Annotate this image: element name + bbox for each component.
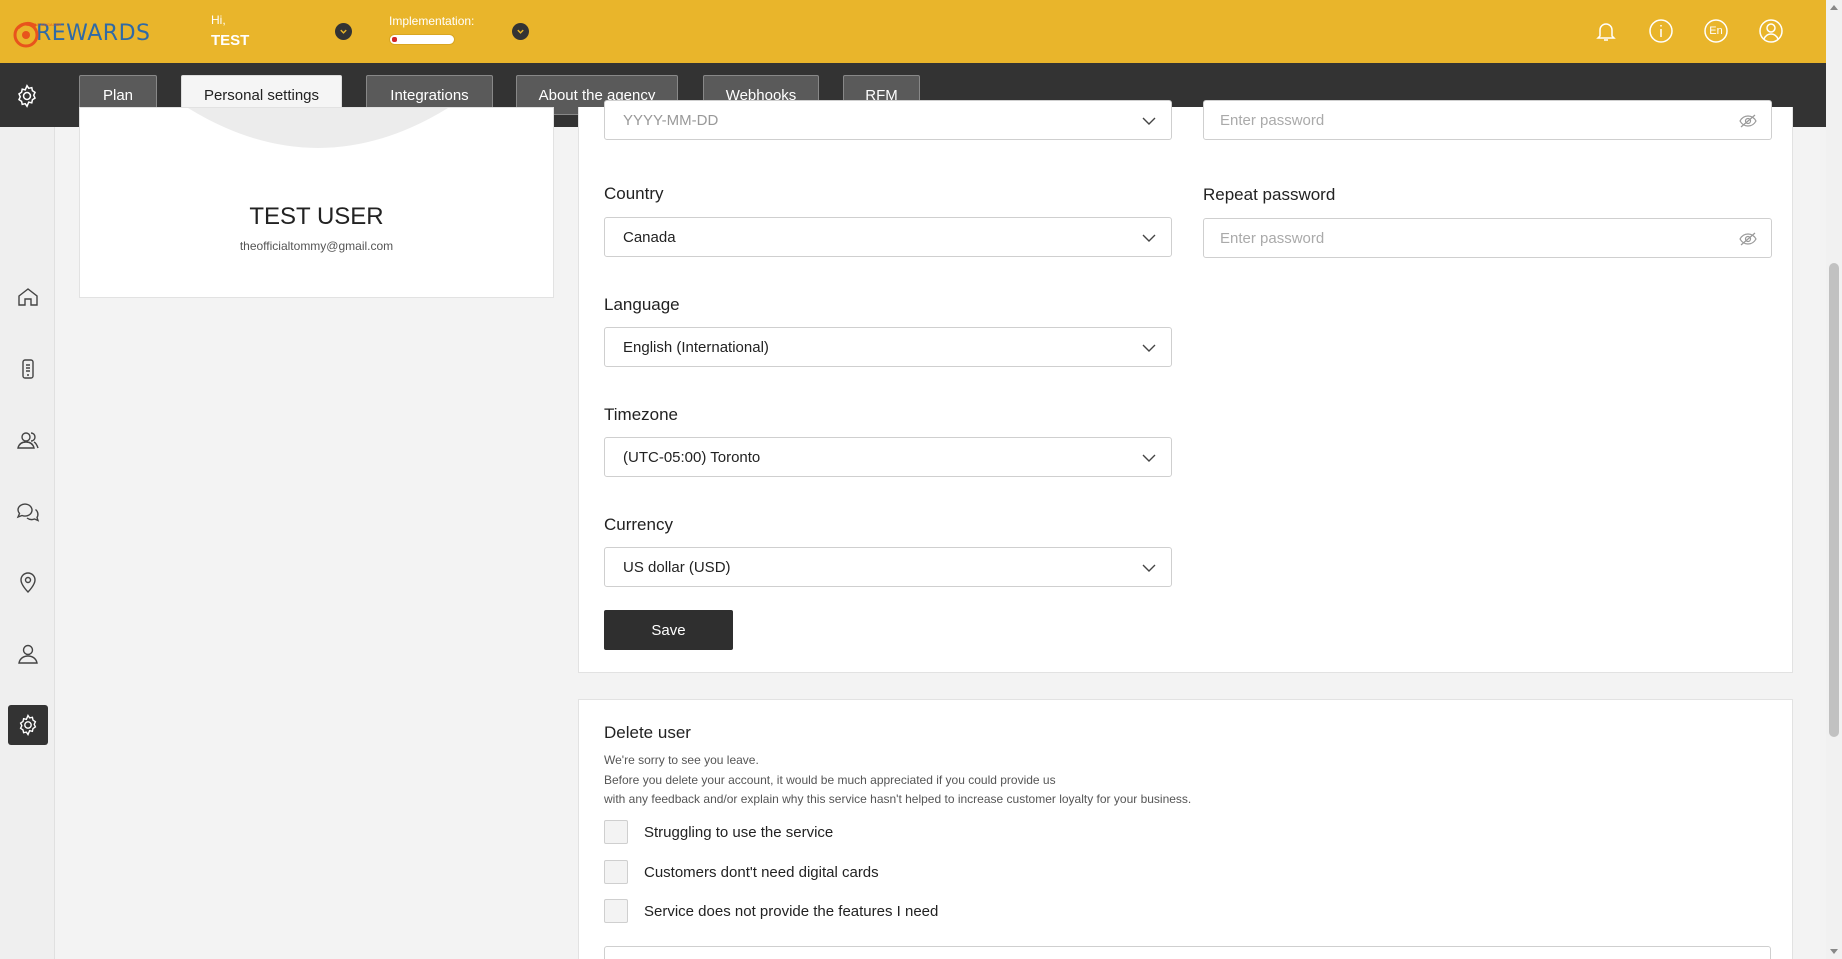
- delete-user-line-1: We're sorry to see you leave.: [604, 753, 759, 767]
- chevron-down-icon: [1142, 564, 1156, 572]
- user-menu-chevron-icon[interactable]: [335, 23, 352, 40]
- chevron-down-icon: [1142, 344, 1156, 352]
- reason-checkbox[interactable]: [604, 820, 628, 844]
- save-button[interactable]: Save: [604, 610, 733, 650]
- date-format-value: YYYY-MM-DD: [623, 111, 719, 129]
- eye-off-icon[interactable]: [1739, 113, 1757, 129]
- reason-checkbox[interactable]: [604, 899, 628, 923]
- timezone-select[interactable]: (UTC-05:00) Toronto: [604, 437, 1172, 477]
- reason-checkbox-row[interactable]: Customers dont't need digital cards: [604, 860, 879, 884]
- implementation-label: Implementation:: [389, 14, 475, 28]
- personal-settings-card: YYYY-MM-DD Enter password Country Canada…: [578, 100, 1793, 673]
- implementation-progress-bar: [389, 34, 455, 45]
- profile-card: TEST USER theofficialtommy@gmail.com: [79, 107, 554, 298]
- profile-email: theofficialtommy@gmail.com: [239, 239, 394, 253]
- home-icon[interactable]: [8, 277, 48, 317]
- timezone-label: Timezone: [604, 405, 679, 424]
- reason-checkbox-row[interactable]: Struggling to use the service: [604, 820, 833, 844]
- implementation-chevron-icon[interactable]: [512, 23, 529, 40]
- password-field[interactable]: Enter password: [1203, 100, 1772, 140]
- country-value: Canada: [623, 228, 676, 246]
- implementation-progress: Implementation:: [389, 14, 474, 45]
- location-icon[interactable]: [8, 563, 48, 603]
- left-sidebar: [0, 127, 55, 959]
- chevron-down-icon: [1142, 454, 1156, 462]
- settings-gear-icon[interactable]: [14, 83, 40, 109]
- implementation-progress-fill: [392, 37, 397, 42]
- user-icon[interactable]: [8, 634, 48, 674]
- user-greeting: Hi, TEST: [211, 13, 250, 49]
- delete-user-line-2: Before you delete your account, it would…: [604, 772, 1056, 787]
- reason-checkbox-row[interactable]: Service does not provide the features I …: [604, 899, 938, 923]
- top-header: CLIENT ENGAGER REWARDS Hi, TEST Implemen…: [0, 0, 1826, 63]
- reason-label: Service does not provide the features I …: [644, 902, 939, 920]
- chevron-down-icon: [1142, 117, 1156, 125]
- country-label: Country: [604, 184, 664, 203]
- eye-off-icon[interactable]: [1739, 231, 1757, 247]
- greeting-text: Hi,: [211, 13, 226, 27]
- reason-checkbox[interactable]: [604, 860, 628, 884]
- delete-user-line-3: with any feedback and/or explain why thi…: [604, 792, 1192, 806]
- language-icon[interactable]: En: [1702, 17, 1730, 45]
- password-placeholder: Enter password: [1220, 111, 1325, 129]
- repeat-password-field[interactable]: Enter password: [1203, 218, 1772, 258]
- bell-icon[interactable]: [1592, 17, 1620, 45]
- profile-name: TEST USER: [249, 203, 384, 230]
- currency-label: Currency: [604, 515, 673, 534]
- scroll-up-icon[interactable]: [1830, 5, 1838, 10]
- logo-small-text: CLIENT ENGAGER: [26, 22, 62, 27]
- customers-icon[interactable]: [8, 420, 48, 460]
- avatar: [188, 108, 448, 148]
- repeat-password-label: Repeat password: [1203, 185, 1336, 204]
- chat-icon[interactable]: [8, 491, 48, 531]
- chevron-down-icon: [1142, 234, 1156, 242]
- reason-label: Struggling to use the service: [644, 823, 834, 841]
- info-icon[interactable]: [1647, 17, 1675, 45]
- delete-user-title: Delete user: [604, 723, 691, 742]
- language-badge: En: [1709, 25, 1723, 37]
- delete-user-description: We're sorry to see you leave. Before you…: [604, 751, 1191, 810]
- logo-mark-icon: CLIENT ENGAGER: [12, 18, 62, 48]
- app-logo[interactable]: CLIENT ENGAGER REWARDS: [12, 18, 150, 48]
- delete-user-card: Delete user We're sorry to see you leave…: [578, 699, 1793, 959]
- scroll-down-icon[interactable]: [1830, 949, 1838, 954]
- page-scrollbar[interactable]: [1826, 0, 1842, 959]
- scroll-thumb[interactable]: [1829, 263, 1839, 737]
- user-name: TEST: [211, 31, 250, 49]
- header-actions: En: [1592, 17, 1826, 45]
- account-icon[interactable]: [1757, 17, 1785, 45]
- date-format-select[interactable]: YYYY-MM-DD: [604, 100, 1172, 140]
- currency-value: US dollar (USD): [623, 558, 731, 576]
- language-label: Language: [604, 295, 680, 314]
- timezone-value: (UTC-05:00) Toronto: [623, 448, 761, 466]
- repeat-password-placeholder: Enter password: [1220, 229, 1325, 247]
- currency-select[interactable]: US dollar (USD): [604, 547, 1172, 587]
- settings-icon[interactable]: [8, 705, 48, 745]
- language-value: English (International): [623, 338, 769, 356]
- feedback-input[interactable]: [604, 946, 1771, 959]
- phone-card-icon[interactable]: [8, 349, 48, 389]
- language-select[interactable]: English (International): [604, 327, 1172, 367]
- reason-label: Customers dont't need digital cards: [644, 863, 879, 881]
- country-select[interactable]: Canada: [604, 217, 1172, 257]
